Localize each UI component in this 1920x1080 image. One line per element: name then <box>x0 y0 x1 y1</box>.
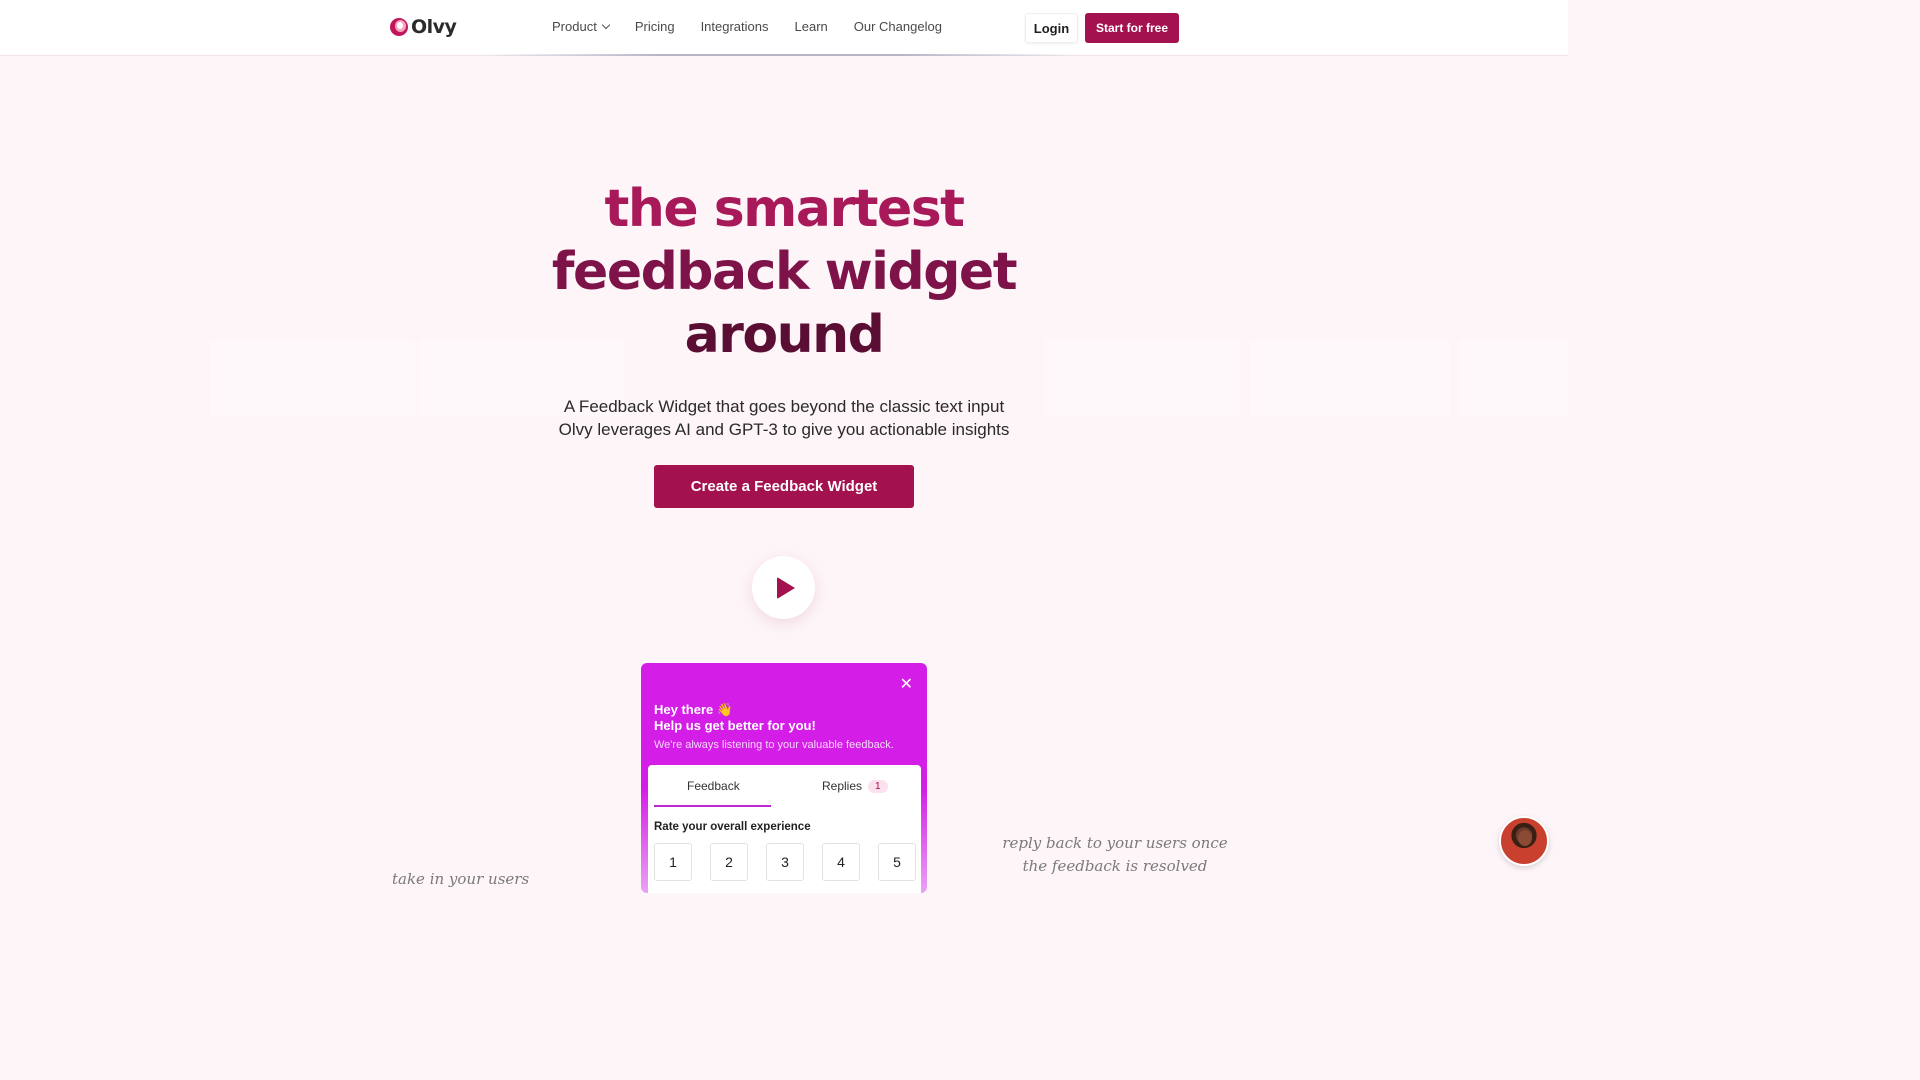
avatar-face <box>1518 830 1532 846</box>
widget-card: Feedback Replies 1 Rate your overall exp… <box>648 765 921 893</box>
nav-link-integrations[interactable]: Integrations <box>701 19 769 34</box>
tab-replies-label: Replies <box>822 779 863 793</box>
nav-link-pricing[interactable]: Pricing <box>635 19 675 34</box>
rating-options: 1 2 3 4 5 <box>654 843 916 881</box>
logo-text: Olvy <box>411 16 457 38</box>
handwritten-note-left: take in your users <box>392 870 530 888</box>
nav-divider <box>480 54 1080 56</box>
create-feedback-widget-button[interactable]: Create a Feedback Widget <box>654 465 914 508</box>
hero-subtitle-line: A Feedback Widget that goes beyond the c… <box>563 397 1005 416</box>
nav-link-label: Our Changelog <box>853 19 942 34</box>
nav-link-learn[interactable]: Learn <box>795 19 828 34</box>
hero-title: the smartest feedback widget around <box>0 178 1568 367</box>
tab-feedback[interactable]: Feedback <box>687 779 740 793</box>
rating-option-5[interactable]: 5 <box>878 843 916 881</box>
nav-link-product[interactable]: Product <box>552 19 611 34</box>
note-line: the feedback is resolved <box>1022 857 1208 875</box>
hero-title-line: feedback widget <box>551 242 1018 302</box>
chevron-down-icon <box>601 20 611 30</box>
rating-option-2[interactable]: 2 <box>710 843 748 881</box>
rating-option-1[interactable]: 1 <box>654 843 692 881</box>
play-icon <box>777 576 795 599</box>
replies-count-badge: 1 <box>868 779 888 793</box>
handwritten-note-replies: reply back to your users once the feedba… <box>990 832 1240 878</box>
feedback-widget-preview: ✕ Hey there 👋 Help us get better for you… <box>641 663 927 893</box>
hero-subtitle-line: Olvy leverages AI and GPT-3 to give you … <box>558 420 1010 439</box>
widget-greeting: Hey there 👋 <box>654 702 734 717</box>
play-video-button[interactable] <box>752 556 815 619</box>
start-for-free-button[interactable]: Start for free <box>1085 13 1179 43</box>
hero-title-line: the smartest <box>604 179 965 239</box>
active-tab-indicator <box>654 805 771 807</box>
tab-replies[interactable]: Replies 1 <box>822 779 888 793</box>
nav-link-label: Integrations <box>700 19 769 34</box>
note-line: reply back to your users once <box>1002 834 1228 852</box>
hero-title-line: around <box>684 305 885 365</box>
widget-description: We're always listening to your valuable … <box>654 739 894 751</box>
olvy-logo-icon <box>390 18 408 36</box>
nav-link-label: Learn <box>794 19 828 34</box>
rating-option-3[interactable]: 3 <box>766 843 804 881</box>
rating-label: Rate your overall experience <box>654 821 811 833</box>
login-button[interactable]: Login <box>1025 13 1078 43</box>
nav-link-label: Product <box>552 19 597 34</box>
nav-link-label: Pricing <box>634 19 675 34</box>
olvy-logo[interactable]: Olvy <box>390 16 457 38</box>
chat-support-avatar[interactable] <box>1499 816 1549 866</box>
rating-option-4[interactable]: 4 <box>822 843 860 881</box>
top-navbar: Olvy Product Pricing Integrations Learn … <box>0 0 1568 56</box>
widget-heading: Help us get better for you! <box>654 718 816 733</box>
hero-subtitle: A Feedback Widget that goes beyond the c… <box>0 395 1568 441</box>
nav-link-changelog[interactable]: Our Changelog <box>854 19 942 34</box>
close-icon[interactable]: ✕ <box>900 677 913 693</box>
nav-links: Product Pricing Integrations Learn Our C… <box>552 19 968 34</box>
